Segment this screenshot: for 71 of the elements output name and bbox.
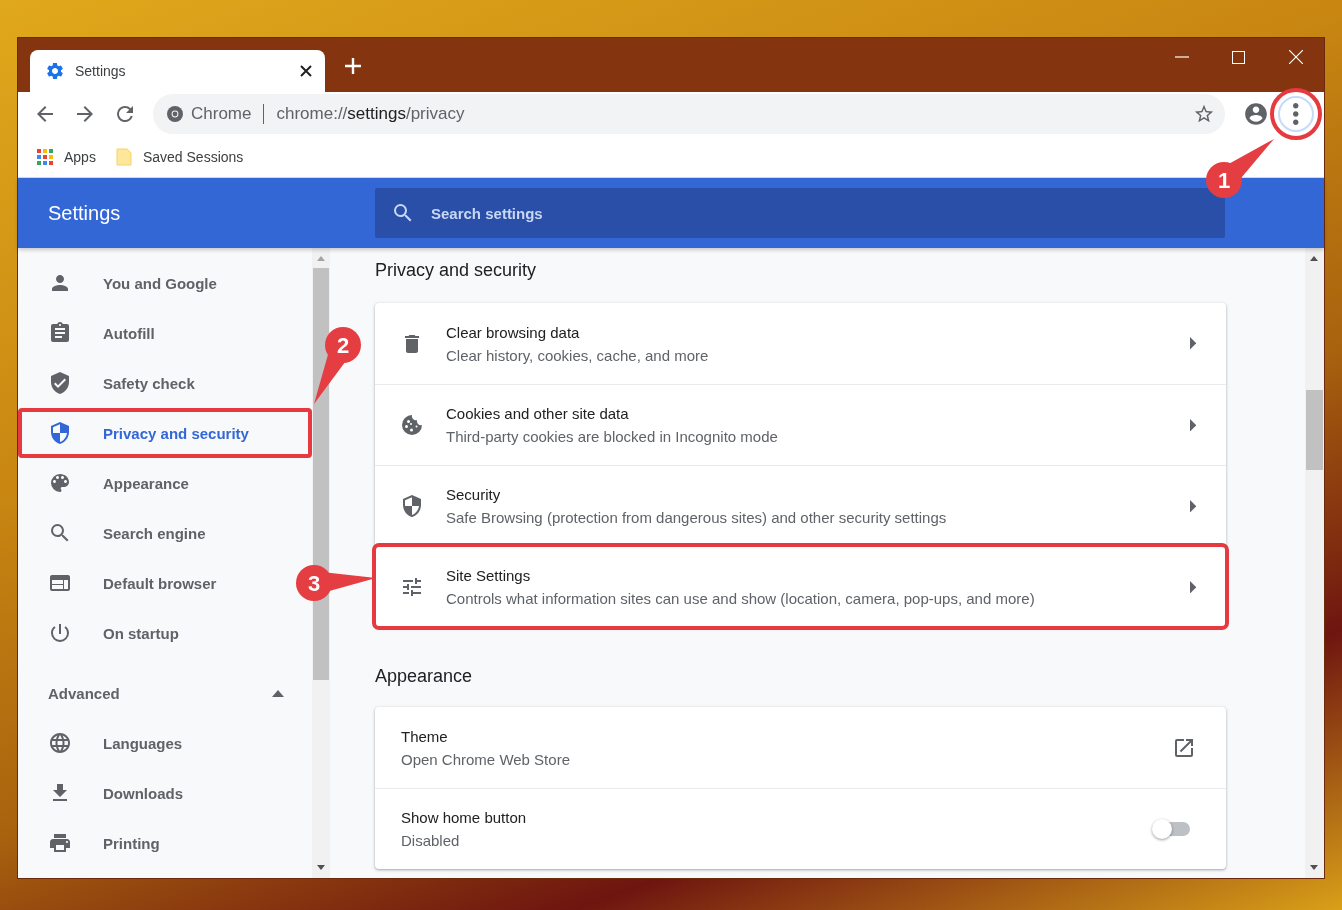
sidebar-item[interactable]: You and Google <box>18 258 292 308</box>
site-label: Chrome <box>191 104 252 124</box>
caret-icon <box>272 689 284 697</box>
step-callout: 2 <box>314 327 361 404</box>
sidebar-item[interactable]: Default browser <box>18 558 292 608</box>
settings-row[interactable]: Cookies and other site data Third-party cookies are blocked in Incognito mode <box>375 384 1226 465</box>
bookmark-link[interactable]: Apps <box>37 148 96 165</box>
chevron-icon <box>1189 418 1196 432</box>
chevron-icon <box>1189 580 1196 594</box>
settings-row[interactable]: Security Safe Browsing (protection from dangerous sites) and other security settings <box>375 465 1226 546</box>
bookmark-link[interactable]: Saved Sessions <box>115 147 244 166</box>
settings-row[interactable]: Theme Open Chrome Web Store <box>375 707 1226 788</box>
star-icon[interactable] <box>1193 103 1215 125</box>
close-icon[interactable] <box>299 64 313 78</box>
apps-grid-icon <box>37 148 53 165</box>
url-text: chrome://settings/privacy <box>276 104 466 124</box>
sidebar-item[interactable]: Appearance <box>18 458 292 508</box>
browser-tab[interactable]: Settings <box>30 50 325 92</box>
sidebar-icon <box>48 731 72 755</box>
chevron-icon <box>1189 337 1196 350</box>
step-callout: 1 <box>1206 139 1274 198</box>
sidebar-icon <box>48 471 72 495</box>
row-description: Third-party cookies are blocked in Incognito mode <box>446 428 779 445</box>
advanced-toggle[interactable]: Advanced <box>18 668 312 718</box>
settings-row[interactable]: Clear browsing data Clear history, cookies, cache, and more <box>375 303 1226 384</box>
sidebar-item[interactable]: Search engine <box>18 508 292 558</box>
row-title: Theme <box>401 727 449 745</box>
row-title: Show home button <box>401 809 528 826</box>
settings-icon <box>45 61 65 81</box>
section-title: Appearance <box>375 665 474 688</box>
search-input[interactable]: Search settings <box>429 203 1225 223</box>
sidebar-item[interactable]: Privacy and security <box>18 408 312 458</box>
row-description: Disabled <box>401 832 461 849</box>
sidebar-icon <box>48 371 72 395</box>
row-icon <box>400 494 424 518</box>
settings-row[interactable]: Site Settings Controls what information sites can use and show (location, camera, pop-ups, and more) <box>375 546 1226 627</box>
minimize-icon[interactable] <box>1174 56 1189 58</box>
section-title: Privacy and security <box>375 259 538 282</box>
row-description: Open Chrome Web Store <box>401 750 571 768</box>
row-description: Safe Browsing (protection from dangerous sites) and other security settings <box>446 509 948 526</box>
sidebar-icon <box>48 621 72 645</box>
row-icon <box>400 575 424 599</box>
row-title: Site Settings <box>446 567 532 584</box>
row-description: Clear history, cookies, cache, and more <box>446 346 710 364</box>
sidebar-item[interactable]: Printing <box>18 818 292 868</box>
sidebar-icon <box>48 321 72 345</box>
menu-icon <box>1293 103 1299 125</box>
new-tab-icon[interactable] <box>343 56 363 76</box>
chevron-icon <box>1189 499 1196 513</box>
sidebar-item[interactable]: Autofill <box>18 308 292 358</box>
sidebar-item[interactable]: Languages <box>18 718 292 768</box>
sidebar-icon <box>48 421 72 445</box>
row-description: Controls what information sites can use and show (location, camera, pop-ups, and more) <box>446 590 1036 607</box>
profile-icon[interactable] <box>1243 101 1269 127</box>
sidebar-item[interactable]: Downloads <box>18 768 292 818</box>
address-bar[interactable]: Chrome chrome://settings/privacy <box>153 94 1225 134</box>
row-title: Clear browsing data <box>446 323 581 341</box>
sidebar-icon <box>48 831 72 855</box>
maximize-icon[interactable] <box>1232 50 1245 64</box>
row-icon <box>400 413 424 437</box>
settings-row[interactable]: Show home button Disabled <box>375 788 1226 869</box>
row-title: Cookies and other site data <box>446 405 630 422</box>
search-field[interactable]: Search settings <box>375 188 1225 238</box>
settings-title: Settings <box>47 201 122 225</box>
chrome-logo-icon <box>167 106 183 122</box>
tab-title: Settings <box>75 63 127 79</box>
sidebar-item[interactable]: On startup <box>18 608 292 658</box>
scrollbar[interactable] <box>1305 248 1324 878</box>
row-title: Security <box>446 486 502 503</box>
folder-icon <box>115 147 132 166</box>
sidebar-item[interactable]: Safety check <box>18 358 292 408</box>
